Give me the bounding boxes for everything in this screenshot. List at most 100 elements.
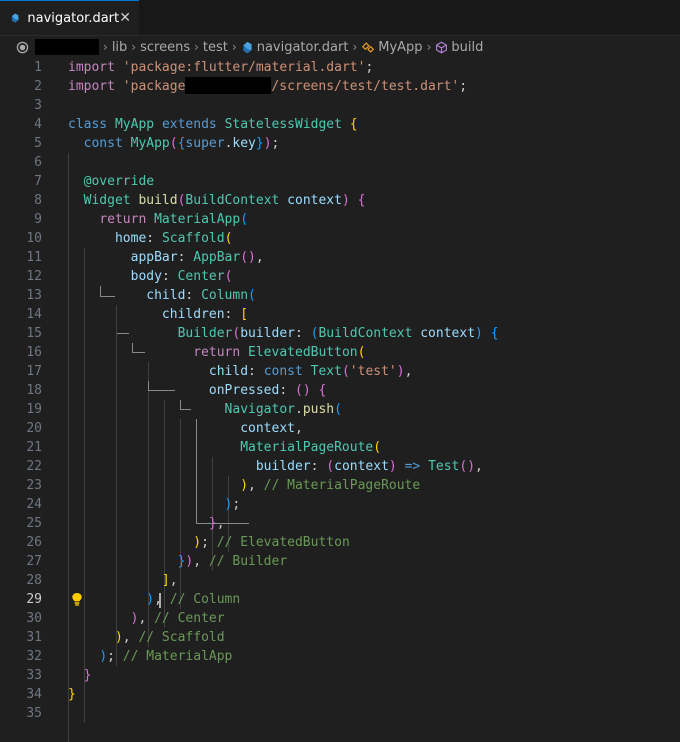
breadcrumb-screens[interactable]: screens	[140, 40, 190, 55]
code-token: @override	[83, 174, 155, 189]
code-token: :	[185, 288, 202, 303]
code-line[interactable]: 35	[0, 704, 680, 723]
code-token: )	[146, 592, 155, 607]
code-token: super	[185, 136, 225, 151]
line-number: 3	[34, 98, 42, 113]
code-token: builder	[240, 326, 295, 341]
dart-file-icon	[11, 13, 19, 23]
code-line[interactable]: 29 ), // Column	[0, 590, 680, 609]
code-line[interactable]: 22 builder: (context) => Test(),	[0, 457, 680, 476]
code-line[interactable]: 18 onPressed: () {	[0, 381, 680, 400]
line-code: ); // ElevatedButton	[68, 533, 350, 552]
code-token: ElevatedButton	[248, 345, 358, 360]
breadcrumb-class[interactable]: MyApp	[378, 40, 422, 55]
code-line[interactable]: 30 ), // Center	[0, 609, 680, 628]
code-line[interactable]: 15 Builder(builder: (BuildContext contex…	[0, 324, 680, 343]
line-number: 16	[26, 345, 42, 360]
code-line[interactable]: 13 child: Column(	[0, 286, 680, 305]
lightbulb-icon[interactable]	[70, 592, 84, 607]
code-line[interactable]: 9 return MaterialApp(	[0, 210, 680, 229]
code-line[interactable]: 26 ); // ElevatedButton	[0, 533, 680, 552]
code-token: (	[326, 459, 335, 474]
code-line[interactable]: 25 },	[0, 514, 680, 533]
code-token: ;	[365, 60, 374, 75]
code-token: builder	[255, 459, 311, 474]
code-token: Center	[177, 269, 225, 284]
code-line[interactable]: 32 ); // MaterialApp	[0, 647, 680, 666]
code-token: }	[83, 668, 92, 683]
code-line[interactable]: 7 @override	[0, 172, 680, 191]
method-symbol-icon	[436, 41, 448, 53]
code-line[interactable]: 8 Widget build(BuildContext context) {	[0, 191, 680, 210]
code-line[interactable]: 19 Navigator.push(	[0, 400, 680, 419]
code-line[interactable]: 10 home: Scaffold(	[0, 229, 680, 248]
code-token: )	[240, 478, 249, 493]
code-line[interactable]: 21 MaterialPageRoute(	[0, 438, 680, 457]
code-line[interactable]: 27 }), // Builder	[0, 552, 680, 571]
code-token: 'package:flutter/material.dart'	[122, 60, 366, 75]
code-token: ;	[107, 649, 123, 664]
code-token: :	[146, 231, 162, 246]
code-token: 'package	[122, 79, 186, 94]
code-line[interactable]: 23 ), // MaterialPageRoute	[0, 476, 680, 495]
code-line[interactable]: 17 child: const Text('test'),	[0, 362, 680, 381]
code-line[interactable]: 1 import 'package:flutter/material.dart';	[0, 58, 680, 77]
code-editor[interactable]: 1 import 'package:flutter/material.dart';…	[0, 58, 680, 742]
code-line[interactable]: 11 appBar: AppBar(),	[0, 248, 680, 267]
code-line[interactable]: 3	[0, 96, 680, 115]
breadcrumb-method[interactable]: build	[451, 40, 483, 55]
code-line[interactable]: 2 import 'package/screens/test/test.dart'…	[0, 76, 680, 96]
code-token: child	[208, 364, 249, 379]
code-token: 'test'	[349, 364, 397, 379]
code-token: key	[232, 136, 256, 151]
code-line[interactable]: 31 ), // Scaffold	[0, 628, 680, 647]
code-line[interactable]: 28 ],	[0, 571, 680, 590]
code-token: push	[302, 402, 335, 417]
git-circle-icon	[16, 41, 29, 53]
code-token: return	[99, 212, 155, 227]
line-number: 12	[26, 269, 42, 284]
line-code: MaterialPageRoute(	[68, 438, 381, 457]
line-number: 7	[34, 174, 42, 189]
code-token: children	[161, 307, 225, 322]
code-token: ,	[122, 630, 139, 645]
breadcrumb-file[interactable]: navigator.dart	[257, 40, 349, 55]
code-token: extends	[161, 117, 225, 132]
code-token: MyApp	[130, 136, 170, 151]
code-line[interactable]: 34}	[0, 685, 680, 704]
code-token: ()	[295, 383, 319, 398]
code-line[interactable]: 6	[0, 153, 680, 172]
code-token: ;	[201, 535, 217, 550]
line-number: 17	[26, 364, 42, 379]
breadcrumb-separator: ›	[426, 40, 432, 54]
code-line[interactable]: 5 const MyApp({super.key});	[0, 134, 680, 153]
code-token: import	[68, 60, 123, 75]
code-token: child	[146, 288, 186, 303]
code-token: BuildContext	[318, 326, 421, 341]
code-token: ,	[255, 250, 264, 265]
breadcrumb-lib[interactable]: lib	[112, 40, 127, 55]
code-line[interactable]: 24 );	[0, 495, 680, 514]
breadcrumb: › lib › screens › test › navigator.dart …	[0, 36, 680, 58]
code-line[interactable]: 12 body: Center(	[0, 267, 680, 286]
code-token: appBar	[130, 250, 178, 265]
code-line[interactable]: 4 class MyApp extends StatelessWidget {	[0, 115, 680, 134]
code-line[interactable]: 33 }	[0, 666, 680, 685]
tab-navigator-dart[interactable]: navigator.dart ✕	[0, 0, 139, 35]
code-line[interactable]: 20 context,	[0, 419, 680, 438]
line-code: ), // Column	[68, 590, 240, 609]
line-number: 19	[26, 402, 42, 417]
line-code: class MyApp extends StatelessWidget {	[68, 115, 358, 134]
code-line[interactable]: 16 return ElevatedButton(	[0, 343, 680, 362]
code-line[interactable]: 14 children: [	[0, 305, 680, 324]
close-icon[interactable]: ✕	[119, 10, 131, 26]
breadcrumb-test[interactable]: test	[203, 40, 228, 55]
code-token: Navigator	[224, 402, 295, 417]
code-token: MaterialApp	[154, 212, 241, 227]
code-token: ,	[138, 611, 155, 626]
breadcrumb-separator: ›	[352, 40, 358, 54]
